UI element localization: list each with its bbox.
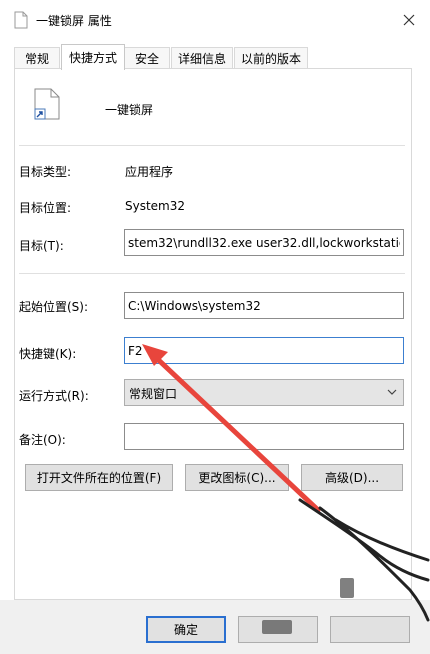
tab-label: 快捷方式 [68, 51, 117, 65]
run-label: 运行方式(R): [19, 389, 89, 403]
run-mode-select[interactable]: 常规窗口 [124, 379, 404, 406]
target-field[interactable] [124, 229, 404, 256]
close-icon[interactable] [403, 14, 415, 26]
tab-label: 常规 [24, 52, 49, 66]
shortcut-file-icon [34, 88, 60, 120]
target-input[interactable] [125, 230, 403, 255]
tab-label: 详细信息 [177, 52, 226, 66]
tab-previous-versions[interactable]: 以前的版本 [234, 47, 308, 69]
redaction-smudge [340, 578, 354, 598]
tab-security[interactable]: 安全 [124, 47, 170, 69]
title-bar: 一键锁屏 属性 [0, 0, 430, 40]
comment-input[interactable] [125, 424, 403, 449]
target-location-label: 目标位置: [19, 201, 72, 215]
apply-button[interactable] [330, 616, 410, 643]
comment-label: 备注(O): [19, 433, 66, 447]
shortcut-panel: 一键锁屏 目标类型: 应用程序 目标位置: System32 目标(T): 起始… [14, 68, 412, 600]
start-in-input[interactable] [125, 293, 403, 318]
run-mode-value: 常规窗口 [129, 387, 178, 401]
target-location-value: System32 [125, 199, 186, 213]
hotkey-field[interactable] [124, 337, 404, 364]
divider [19, 273, 405, 274]
tab-label: 安全 [134, 52, 159, 66]
window-title: 一键锁屏 属性 [36, 14, 112, 28]
comment-field[interactable] [124, 423, 404, 450]
start-in-field[interactable] [124, 292, 404, 319]
open-file-location-button[interactable]: 打开文件所在的位置(F) [25, 464, 173, 491]
ok-button[interactable]: 确定 [146, 616, 226, 643]
change-icon-button[interactable]: 更改图标(C)... [185, 464, 289, 491]
chevron-down-icon[interactable] [387, 388, 397, 396]
close-button[interactable] [396, 8, 422, 32]
advanced-button[interactable]: 高级(D)... [301, 464, 403, 491]
hotkey-label: 快捷键(K): [19, 347, 77, 361]
dialog-button-bar: 确定 [0, 600, 430, 654]
start-in-label: 起始位置(S): [19, 300, 89, 314]
target-label: 目标(T): [19, 239, 64, 253]
hotkey-input[interactable] [125, 338, 403, 363]
file-icon [14, 11, 28, 29]
tab-general[interactable]: 常规 [14, 47, 60, 69]
tab-label: 以前的版本 [240, 52, 301, 66]
target-type-label: 目标类型: [19, 165, 72, 179]
shortcut-name: 一键锁屏 [105, 103, 154, 117]
tab-details[interactable]: 详细信息 [171, 47, 233, 69]
redaction-smudge [262, 620, 292, 634]
target-type-value: 应用程序 [125, 165, 174, 179]
tab-shortcut[interactable]: 快捷方式 [61, 44, 125, 70]
divider [19, 145, 405, 146]
